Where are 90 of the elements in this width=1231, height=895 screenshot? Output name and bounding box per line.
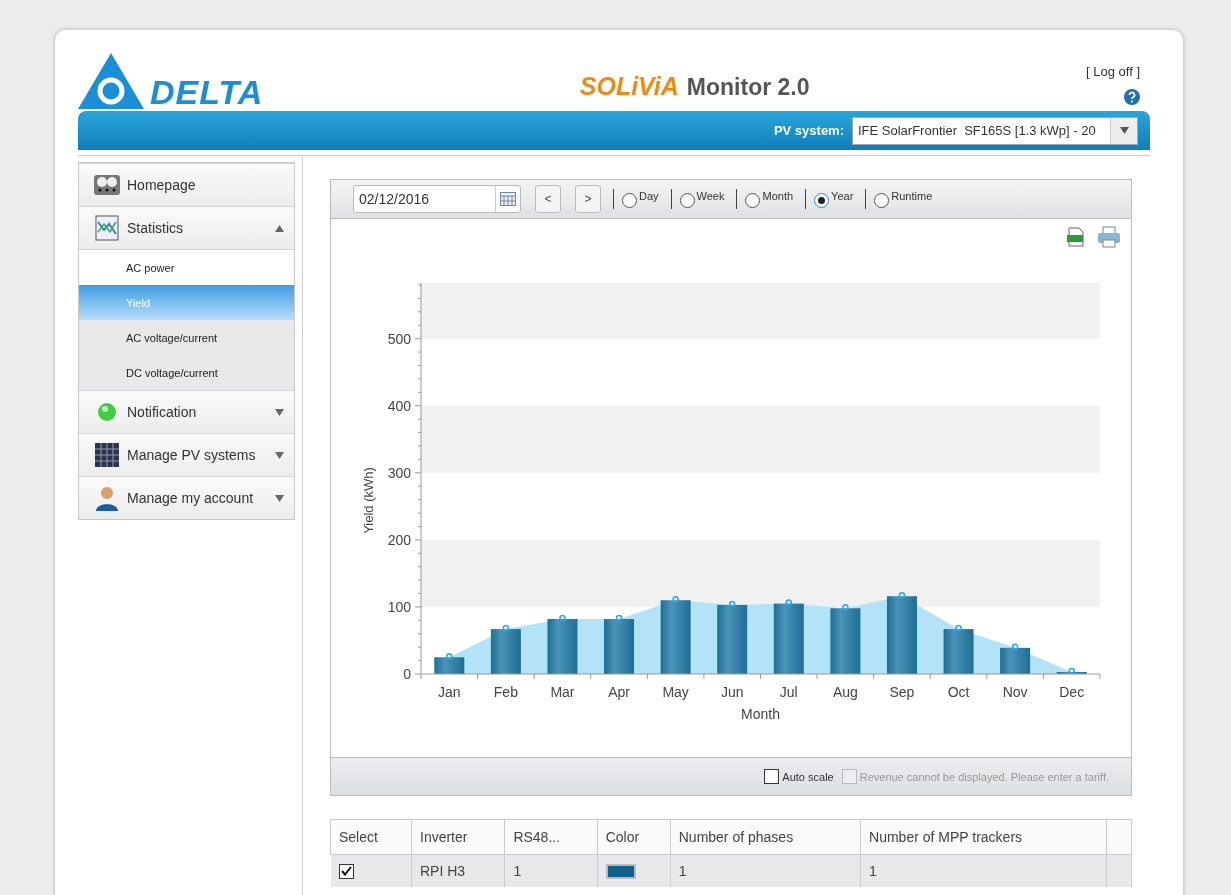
data-point-marker [1068, 667, 1075, 675]
csv-export-icon[interactable] [1067, 227, 1085, 247]
yield-bar [604, 619, 635, 674]
yield-bar [830, 608, 861, 674]
column-header[interactable]: Number of phases [670, 819, 861, 855]
logo-text: DELTA [150, 75, 264, 109]
select-checkbox[interactable] [338, 863, 354, 879]
date-field[interactable]: 02/12/2016 [353, 185, 521, 213]
solar-panel-icon [93, 441, 121, 469]
table-cell: 1 [504, 854, 598, 887]
y-tick-label: 100 [387, 598, 411, 615]
period-radio[interactable]: Day [622, 190, 659, 208]
period-radio[interactable]: Week [679, 190, 725, 208]
period-radio[interactable]: Year [814, 190, 854, 208]
checkmark-icon [340, 866, 352, 876]
help-icon[interactable] [1124, 89, 1140, 105]
x-tick-label: Jul [779, 684, 798, 700]
sidebar-item[interactable]: Manage my account [79, 476, 294, 519]
x-tick-label: May [662, 684, 689, 700]
period-radio[interactable]: Month [745, 190, 794, 208]
radio-button[interactable] [814, 193, 830, 208]
data-point-marker [672, 596, 679, 603]
data-point-marker [898, 591, 906, 599]
yield-bar [547, 619, 578, 674]
table-cell: RPI H3 [411, 854, 505, 887]
y-axis-title: Yield (kWh) [361, 467, 376, 534]
sidebar-item[interactable]: Statistics [79, 206, 294, 249]
pv-system-label: PV system: [773, 123, 844, 138]
data-point-marker [502, 624, 510, 632]
x-tick-label: Jan [438, 684, 461, 700]
expand-arrow-icon [275, 494, 284, 502]
column-header[interactable]: Select [330, 819, 412, 855]
data-point-marker [728, 600, 736, 608]
pv-system-dropdown[interactable]: IFE SolarFrontier SF165S [1.3 kWp] - 20 [852, 116, 1138, 145]
radio-button[interactable] [679, 193, 695, 208]
dropdown-arrow-icon [1119, 127, 1129, 134]
calendar-icon[interactable] [500, 192, 516, 206]
x-tick-label: Sep [889, 684, 915, 700]
period-radio[interactable]: Runtime [874, 190, 933, 208]
column-header[interactable]: Color [597, 819, 671, 855]
sidebar-item[interactable]: Homepage [79, 163, 294, 206]
submenu-item[interactable]: DC voltage/current [79, 355, 294, 390]
app-title: Monitor 2.0 [686, 74, 810, 101]
chart-icon [93, 214, 121, 242]
expand-arrow-icon [275, 451, 284, 459]
x-tick-label: Dec [1059, 684, 1085, 700]
radio-button[interactable] [874, 193, 890, 208]
expand-arrow-icon [275, 408, 284, 416]
x-tick-label: Feb [493, 684, 518, 700]
yield-bar [717, 604, 748, 674]
radio-button[interactable] [622, 193, 637, 208]
table-cell: 1 [670, 854, 861, 887]
radio-button[interactable] [745, 193, 761, 208]
data-point-marker [615, 614, 623, 622]
auto-scale-checkbox[interactable]: Auto scale [764, 769, 834, 784]
data-point-marker [446, 653, 453, 660]
logo-triangle-icon [78, 53, 144, 109]
data-point-marker [785, 599, 793, 606]
previous-button[interactable]: < [535, 185, 561, 213]
log-off-link[interactable]: [ Log off ] [1086, 64, 1140, 79]
brand-name: SOLiViA [579, 72, 679, 101]
print-icon[interactable] [1097, 226, 1121, 248]
x-tick-label: Apr [608, 684, 630, 700]
user-icon [93, 484, 121, 512]
data-point-marker [1011, 643, 1019, 651]
next-button[interactable]: > [575, 185, 601, 213]
data-point-marker [559, 614, 566, 622]
y-tick-label: 0 [403, 666, 411, 682]
y-tick-label: 200 [387, 531, 411, 548]
x-tick-label: Aug [832, 684, 858, 700]
table-cell: 1 [860, 854, 1107, 887]
y-tick-label: 300 [387, 464, 411, 481]
sidebar-item[interactable]: Notification [79, 390, 294, 433]
x-tick-label: Oct [947, 684, 970, 700]
y-tick-label: 500 [387, 330, 411, 347]
column-header[interactable]: RS48... [504, 819, 598, 855]
column-header[interactable]: Number of MPP trackers [860, 819, 1107, 855]
column-header[interactable]: Inverter [411, 819, 505, 855]
x-tick-label: Mar [550, 684, 575, 700]
x-tick-label: Nov [1002, 684, 1028, 700]
submenu-item[interactable]: AC voltage/current [79, 320, 294, 355]
y-tick-label: 400 [387, 397, 411, 414]
yield-bar [490, 629, 521, 674]
sidebar-item[interactable]: Manage PV systems [79, 433, 294, 476]
data-point-marker [955, 624, 962, 632]
collapse-arrow-icon [275, 224, 284, 232]
x-axis-title: Month [741, 706, 780, 722]
data-point-marker [842, 604, 849, 611]
x-tick-label: Jun [720, 684, 744, 700]
color-swatch[interactable] [605, 864, 636, 880]
